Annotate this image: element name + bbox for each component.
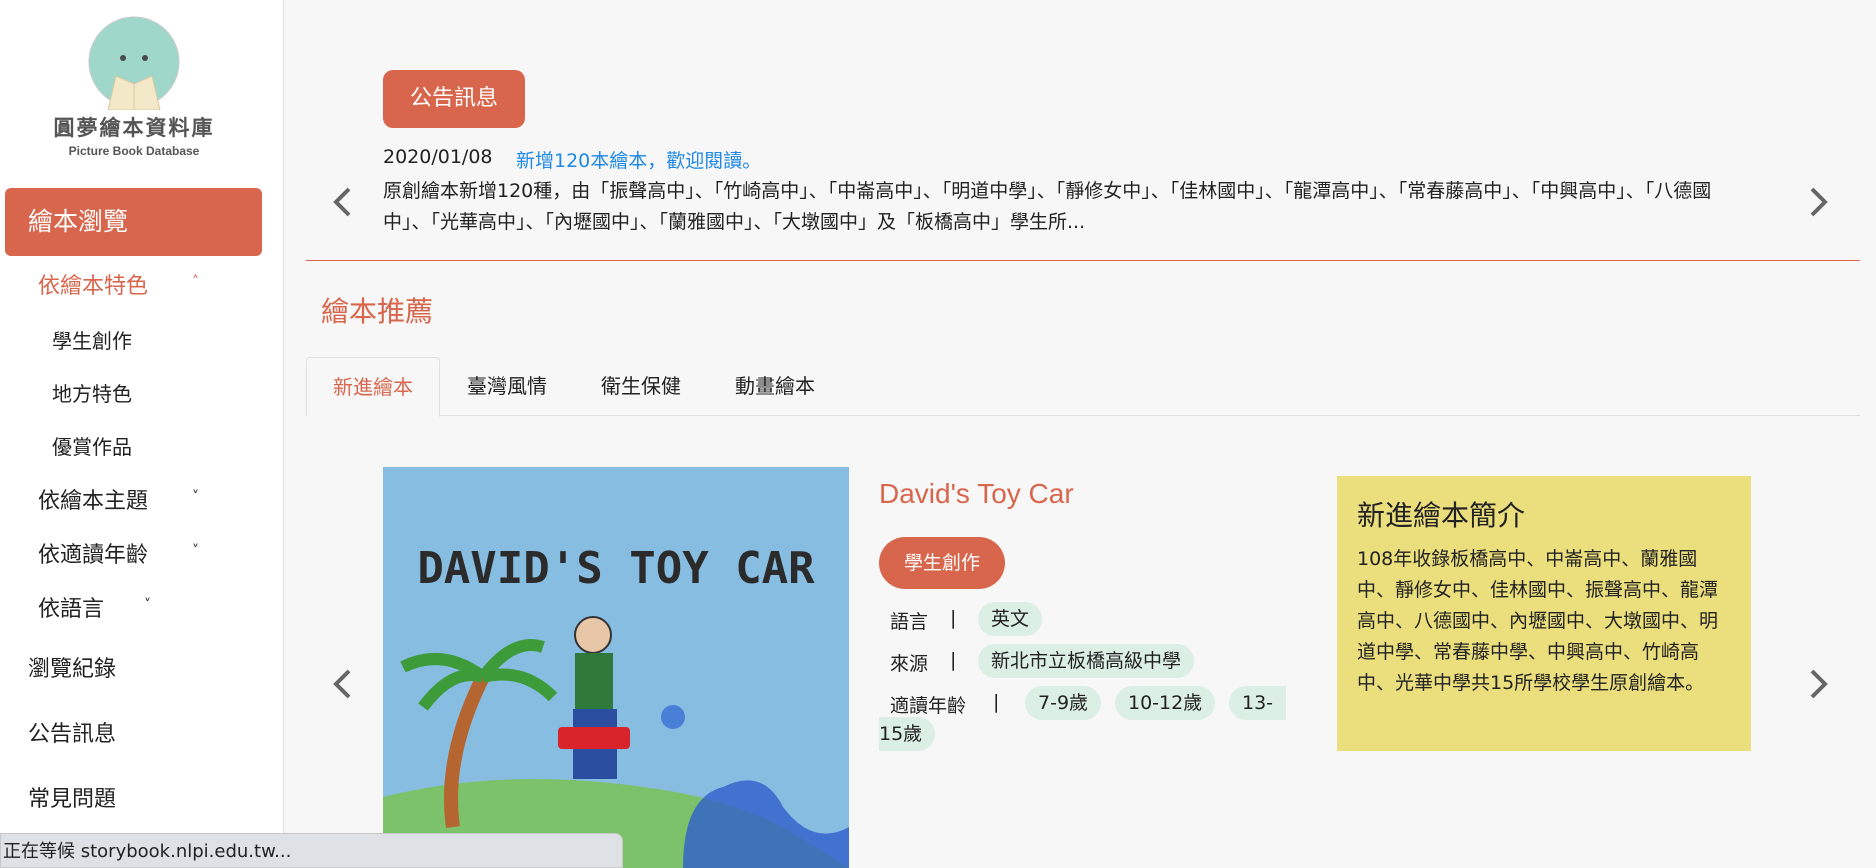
nav-by-age[interactable]: 依適讀年齡 ˅	[38, 537, 199, 569]
nav-sub-local-feature[interactable]: 地方特色	[52, 378, 132, 407]
announcement-date: 2020/01/08	[383, 146, 493, 168]
nav-sub-student-work[interactable]: 學生創作	[52, 325, 132, 354]
student-work-badge[interactable]: 學生創作	[879, 537, 1005, 589]
browser-status-bar: 正在等候 storybook.nlpi.edu.tw...	[0, 833, 623, 868]
age-tag[interactable]: 13-	[1229, 686, 1287, 720]
tab-new-books[interactable]: 新進繪本	[306, 357, 440, 417]
logo-name-cn: 圓夢繪本資料庫	[53, 116, 215, 140]
announcement-body: 原創繪本新增120種，由「振聲高中」、「竹崎高中」、「中崙高中」、「明道中學」、…	[383, 180, 1712, 233]
recommend-section-title: 繪本推薦	[321, 295, 434, 328]
tab-animated-books[interactable]: 動畫繪本	[708, 357, 842, 416]
chevron-right-icon[interactable]	[1808, 668, 1830, 700]
nav-by-topic-label: 依繪本主題	[38, 489, 149, 514]
language-tag[interactable]: 英文	[978, 602, 1043, 636]
nav-by-language[interactable]: 依語言 ˅	[38, 591, 151, 623]
nav-by-feature-label: 依繪本特色	[38, 274, 149, 299]
source-tag[interactable]: 新北市立板橋高級中學	[978, 644, 1195, 678]
language-label: 語言	[890, 611, 929, 633]
language-separator: |	[950, 607, 957, 629]
nav-by-topic[interactable]: 依繪本主題 ˅	[38, 483, 199, 515]
tab-taiwan-scenery[interactable]: 臺灣風情	[440, 357, 574, 416]
section-divider	[306, 260, 1860, 261]
nav-browse-history[interactable]: 瀏覽紀錄	[28, 651, 116, 683]
intro-body: 108年收錄板橋高中、中崙高中、蘭雅國中、靜修女中、佳林國中、振聲高中、龍潭高中…	[1357, 548, 1719, 694]
new-books-intro: 新進繪本簡介 108年收錄板橋高中、中崙高中、蘭雅國中、靜修女中、佳林國中、振聲…	[1337, 476, 1751, 751]
main-content: 公告訊息 2020/01/08 新增120本繪本，歡迎閱讀。 原創繪本新增120…	[285, 0, 1876, 868]
site-logo[interactable]: 圓夢繪本資料庫 Picture Book Database	[0, 14, 268, 158]
chevron-left-icon[interactable]	[331, 186, 353, 218]
chevron-right-icon[interactable]	[1808, 186, 1830, 218]
age-separator: |	[993, 691, 1000, 713]
sidebar: 圓夢繪本資料庫 Picture Book Database 繪本瀏覽 依繪本特色…	[0, 0, 284, 868]
announcement-link[interactable]: 新增120本繪本，歡迎閱讀。	[516, 146, 761, 173]
intro-title: 新進繪本簡介	[1357, 499, 1526, 532]
logo-name-en: Picture Book Database	[68, 144, 200, 158]
book-cover-image[interactable]: DAVID'S TOY CAR	[383, 467, 849, 868]
chevron-down-icon: ˅	[192, 489, 199, 505]
tab-health-care[interactable]: 衛生保健	[574, 357, 708, 416]
nav-sub-award-work[interactable]: 優賞作品	[52, 431, 132, 460]
chevron-down-icon: ˅	[144, 597, 151, 613]
age-tag-continued[interactable]: 15歲	[879, 717, 936, 751]
nav-by-language-label: 依語言	[38, 597, 105, 622]
cover-title-text: DAVID'S TOY CAR	[417, 543, 815, 594]
source-separator: |	[950, 649, 957, 671]
chevron-down-icon: ˅	[192, 543, 199, 559]
age-tag[interactable]: 10-12歲	[1115, 686, 1216, 720]
source-label: 來源	[890, 653, 929, 675]
book-title[interactable]: David's Toy Car	[879, 478, 1074, 510]
chevron-up-icon: ˄	[192, 274, 199, 290]
announcement-button[interactable]: 公告訊息	[383, 70, 525, 128]
book-cover-illustration: DAVID'S TOY CAR	[383, 467, 849, 868]
age-tag[interactable]: 7-9歲	[1025, 686, 1102, 720]
chevron-left-icon[interactable]	[331, 668, 353, 700]
nav-book-browse[interactable]: 繪本瀏覽	[5, 188, 262, 256]
nav-faq[interactable]: 常見問題	[28, 781, 116, 813]
nav-announcements[interactable]: 公告訊息	[28, 716, 116, 748]
nav-by-feature[interactable]: 依繪本特色 ˄	[38, 268, 199, 300]
recommend-tabs: 新進繪本 臺灣風情 衛生保健 動畫繪本	[306, 357, 1860, 417]
age-label: 適讀年齡	[890, 695, 967, 717]
dinosaur-logo-icon	[88, 16, 180, 110]
nav-by-age-label: 依適讀年齡	[38, 543, 149, 568]
